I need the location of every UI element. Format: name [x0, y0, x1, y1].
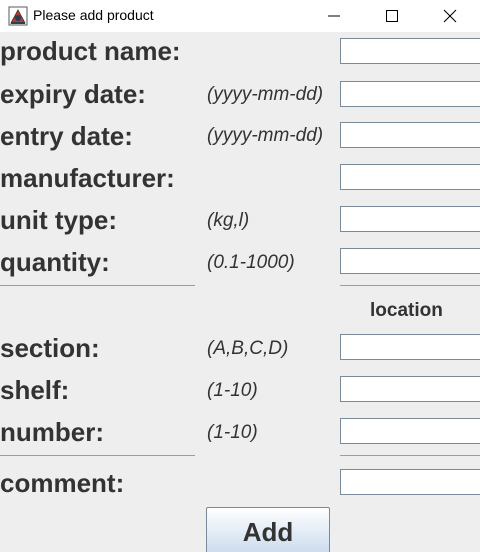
unit-type-hint: (kg,l): [207, 210, 250, 231]
unit-type-field[interactable]: [340, 206, 480, 232]
section-field[interactable]: [340, 334, 480, 360]
number-field[interactable]: [340, 418, 480, 444]
separator-right-2: [340, 455, 480, 456]
manufacturer-field[interactable]: [340, 164, 480, 190]
number-label: number:: [0, 417, 104, 447]
product-name-field[interactable]: [340, 38, 480, 64]
manufacturer-label: manufacturer:: [0, 163, 175, 193]
quantity-label: quantity:: [0, 247, 110, 277]
expiry-date-label: expiry date:: [0, 79, 146, 109]
expiry-date-hint: (yyyy-mm-dd): [207, 84, 324, 105]
add-button[interactable]: Add: [206, 507, 330, 552]
minimize-icon: [328, 15, 340, 17]
maximize-button[interactable]: [363, 0, 421, 32]
unit-type-label: unit type:: [0, 205, 117, 235]
comment-field[interactable]: [340, 469, 480, 495]
separator-left-2: [0, 455, 195, 456]
close-button[interactable]: [421, 0, 479, 32]
product-name-label: product name:: [0, 36, 181, 66]
separator-right: [340, 285, 480, 286]
expiry-date-field[interactable]: [340, 81, 480, 107]
quantity-field[interactable]: [340, 248, 480, 274]
maximize-icon: [386, 10, 398, 22]
shelf-label: shelf:: [0, 375, 70, 405]
separator-left: [0, 285, 195, 286]
section-hint: (A,B,C,D): [207, 338, 289, 359]
window-title: Please add product: [33, 7, 154, 23]
comment-label: comment:: [0, 468, 125, 498]
form-panel: product name: expiry date: (yyyy-mm-dd) …: [0, 32, 480, 552]
quantity-hint: (0.1-1000): [207, 252, 295, 273]
number-hint: (1-10): [207, 422, 258, 443]
minimize-button[interactable]: [305, 0, 363, 32]
shelf-hint: (1-10): [207, 380, 258, 401]
java-app-icon: [8, 6, 28, 26]
shelf-field[interactable]: [340, 376, 480, 402]
title-bar[interactable]: Please add product: [0, 0, 480, 32]
close-icon: [443, 9, 457, 23]
entry-date-hint: (yyyy-mm-dd): [207, 125, 324, 146]
entry-date-label: entry date:: [0, 121, 133, 151]
add-product-window: Please add product product name: expiry …: [0, 0, 480, 552]
location-heading: location: [370, 300, 443, 321]
entry-date-field[interactable]: [340, 122, 480, 148]
section-label: section:: [0, 333, 100, 363]
